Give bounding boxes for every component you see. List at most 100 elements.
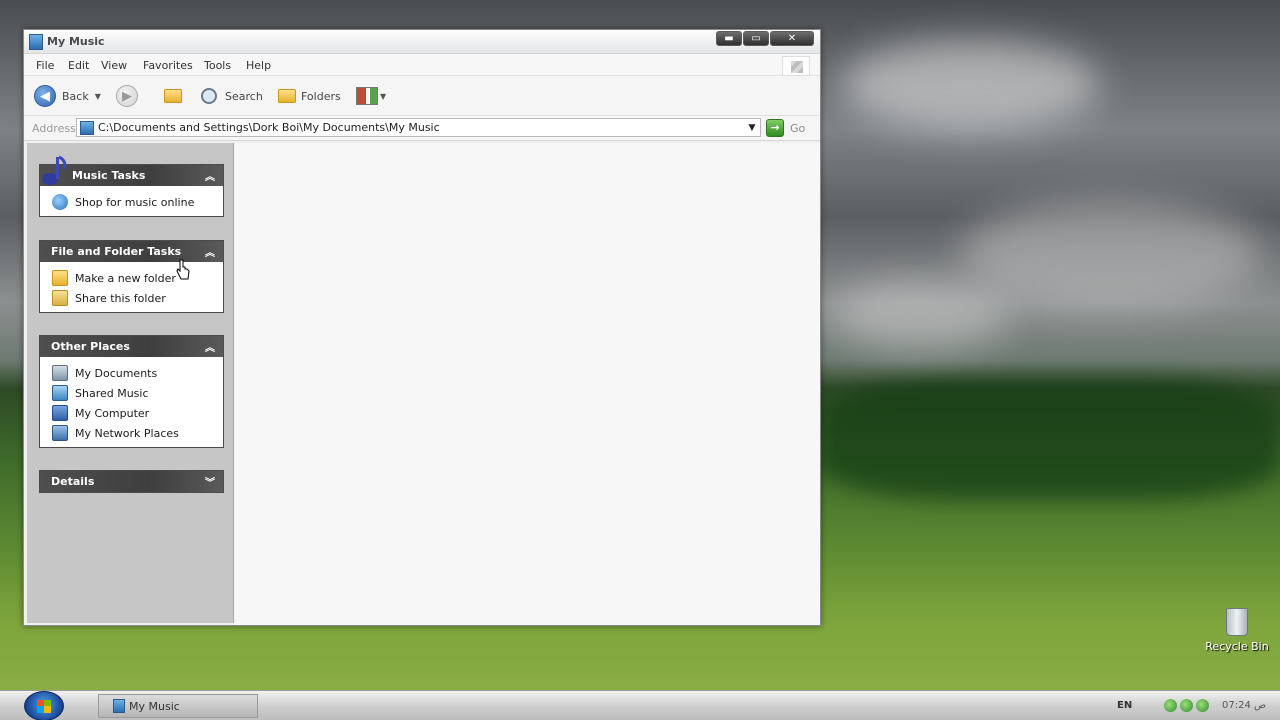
link-label: My Computer [75,406,150,420]
link-label: Share this folder [75,291,166,305]
forward-button[interactable]: ▶ [116,84,138,108]
wallpaper-cloud [960,200,1260,310]
menu-file[interactable]: File [36,59,54,72]
music-tasks-header[interactable]: Music Tasks ︽ [40,155,223,186]
search-button[interactable]: Search [201,84,263,108]
menu-tools[interactable]: Tools [204,59,231,72]
toolbar: ◀ Back ▼ ▶ Search Folders ▼ [24,76,820,116]
other-places-body: My Documents Shared Music My Computer My… [40,357,223,447]
collapse-chevron-icon[interactable]: ︽ [205,339,215,354]
recycle-bin-desktop-icon[interactable]: Recycle Bin [1205,608,1269,653]
go-label: Go [790,121,806,135]
search-icon [201,88,217,104]
views-dropdown-icon: ▼ [380,91,387,101]
recycle-bin-icon [1226,608,1248,636]
address-dropdown-icon[interactable]: ▼ [744,123,760,133]
expand-chevron-icon[interactable]: ︾ [205,474,215,489]
link-label: Shared Music [75,386,149,400]
address-field[interactable]: C:\Documents and Settings\Dork Boi\My Do… [76,118,761,137]
music-tasks-title: Music Tasks [72,169,146,182]
folders-label: Folders [301,89,341,103]
security-tray-icon[interactable] [1180,699,1193,712]
link-label: My Documents [75,366,158,380]
views-button[interactable]: ▼ [356,84,386,108]
address-path: C:\Documents and Settings\Dork Boi\My Do… [98,121,440,134]
folders-icon [278,89,296,103]
my-music-icon [29,34,43,50]
close-button[interactable]: ✕ [770,31,814,46]
other-places-panel: Other Places ︽ My Documents Shared Music… [39,335,224,448]
system-tray [1164,699,1209,712]
network-places-link[interactable]: My Network Places [40,423,223,443]
forward-arrow-icon: ▶ [116,85,138,107]
go-button[interactable]: → Go [766,119,805,137]
collapse-chevron-icon[interactable]: ︽ [205,168,215,183]
details-panel: Details ︾ [39,470,224,493]
up-folder-button[interactable] [164,84,182,108]
back-button[interactable]: ◀ Back ▼ [34,84,101,108]
clock[interactable]: 07:24 ص [1222,700,1266,711]
taskbar-item-label: My Music [129,699,180,713]
wallpaper-cloud [830,280,1010,350]
menu-help[interactable]: Help [246,59,271,72]
back-arrow-icon: ◀ [34,85,56,107]
menu-edit[interactable]: Edit [68,59,89,72]
maximize-button[interactable]: ▭ [743,31,769,46]
shop-music-online-link[interactable]: Shop for music online [40,192,223,212]
title-bar[interactable]: My Music ▬ ▭ ✕ [24,30,820,54]
my-music-icon [113,699,125,713]
explorer-window: My Music ▬ ▭ ✕ File Edit View Favorites … [23,29,821,626]
menu-favorites[interactable]: Favorites [143,59,193,72]
menu-view[interactable]: View [101,59,127,72]
shared-music-link[interactable]: Shared Music [40,383,223,403]
my-documents-link[interactable]: My Documents [40,363,223,383]
taskbar-item-my-music[interactable]: My Music [98,694,258,718]
window-controls: ▬ ▭ ✕ [716,31,814,46]
network-places-icon [52,425,68,441]
go-arrow-icon: → [766,119,784,137]
search-label: Search [225,89,263,103]
other-places-title: Other Places [51,340,130,353]
link-label: Make a new folder [75,271,176,285]
windows-logo-icon [782,56,810,76]
globe-icon [52,194,68,210]
make-new-folder-link[interactable]: Make a new folder [40,268,223,288]
address-label: Address [32,122,76,135]
music-tasks-body: Shop for music online [40,186,223,216]
back-label: Back [62,89,89,103]
menu-bar: File Edit View Favorites Tools Help [24,54,820,76]
start-button[interactable] [24,691,64,720]
minimize-button[interactable]: ▬ [716,31,742,46]
taskbar: My Music EN 07:24 ص [0,690,1280,720]
language-indicator[interactable]: EN [1117,700,1132,711]
my-documents-icon [52,365,68,381]
folders-button[interactable]: Folders [278,84,341,108]
share-folder-link[interactable]: Share this folder [40,288,223,308]
link-label: My Network Places [75,426,179,440]
address-bar: Address C:\Documents and Settings\Dork B… [24,116,820,141]
update-tray-icon[interactable] [1196,699,1209,712]
other-places-header[interactable]: Other Places ︽ [40,336,223,357]
my-computer-link[interactable]: My Computer [40,403,223,423]
back-dropdown-icon[interactable]: ▼ [95,92,101,101]
views-icon [356,87,378,105]
window-content: Music Tasks ︽ Shop for music online File… [24,143,820,625]
file-folder-tasks-panel: File and Folder Tasks ︽ Make a new folde… [39,240,224,313]
windows-flag-icon [37,700,51,713]
details-title: Details [51,475,95,488]
collapse-chevron-icon[interactable]: ︽ [205,244,215,259]
wallpaper-treeline [820,380,1280,500]
recycle-bin-label: Recycle Bin [1205,640,1269,653]
file-list-area[interactable] [235,143,820,625]
my-computer-icon [52,405,68,421]
link-label: Shop for music online [75,195,195,209]
details-header[interactable]: Details ︾ [40,471,223,492]
file-folder-tasks-body: Make a new folder Share this folder [40,262,223,312]
network-tray-icon[interactable] [1164,699,1177,712]
new-folder-icon [52,270,68,286]
share-folder-icon [52,290,68,306]
folder-music-icon [80,120,94,135]
file-folder-tasks-title: File and Folder Tasks [51,245,182,258]
file-folder-tasks-header[interactable]: File and Folder Tasks ︽ [40,241,223,262]
task-pane: Music Tasks ︽ Shop for music online File… [27,143,234,623]
